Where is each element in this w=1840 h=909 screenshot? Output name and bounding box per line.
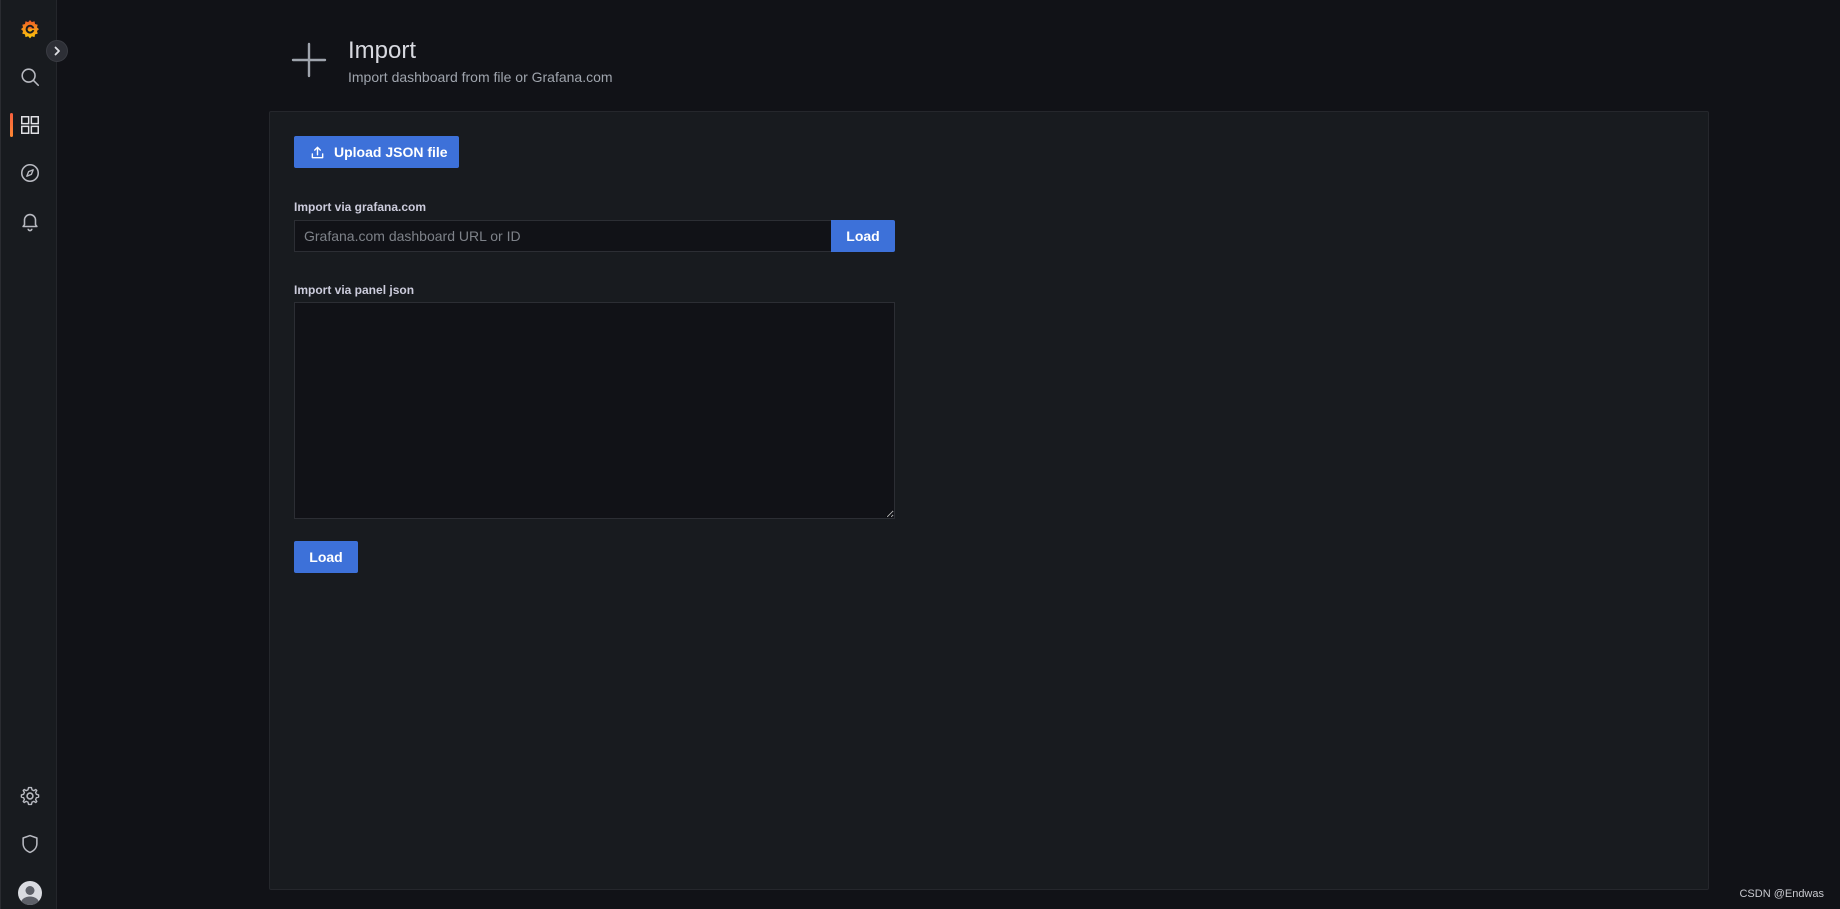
server-admin-nav-item[interactable] <box>13 827 47 861</box>
header-text: Import Import dashboard from file or Gra… <box>348 36 613 85</box>
dashboards-nav-item[interactable] <box>13 108 47 142</box>
load-url-button[interactable]: Load <box>831 220 895 252</box>
avatar[interactable] <box>18 881 42 905</box>
import-panel: Upload JSON file Import via grafana.com … <box>269 111 1709 890</box>
apps-grid-icon <box>21 116 39 134</box>
sidebar <box>0 0 68 909</box>
grafana-import-label: Import via grafana.com <box>294 200 427 214</box>
bell-icon <box>22 213 38 232</box>
page-subtitle: Import dashboard from file or Grafana.co… <box>348 69 613 85</box>
search-icon <box>21 68 40 87</box>
chevron-right-icon <box>54 46 60 56</box>
load-json-button[interactable]: Load <box>294 541 358 573</box>
alerting-nav-item[interactable] <box>13 204 47 238</box>
panel-json-textarea[interactable] <box>294 302 895 519</box>
grafana-logo-graphic <box>21 20 39 39</box>
explore-nav-item[interactable] <box>13 156 47 190</box>
expand-sidebar-button[interactable] <box>46 40 68 62</box>
grafana-url-input[interactable] <box>294 220 831 252</box>
gear-icon <box>20 786 40 806</box>
upload-icon <box>311 146 324 158</box>
panel-json-label: Import via panel json <box>294 283 415 297</box>
page-header: Import Import dashboard from file or Gra… <box>290 36 613 86</box>
upload-json-label: Upload JSON file <box>334 144 448 160</box>
compass-icon <box>20 163 40 183</box>
upload-json-button[interactable]: Upload JSON file <box>294 136 459 168</box>
search-nav-item[interactable] <box>13 60 47 94</box>
grafana-logo-icon[interactable] <box>13 12 47 46</box>
watermark: CSDN @Endwas <box>1739 888 1824 900</box>
configuration-nav-item[interactable] <box>13 779 47 813</box>
avatar-icon <box>21 886 39 905</box>
plus-icon <box>291 42 327 78</box>
shield-icon <box>22 834 38 854</box>
page-title: Import <box>348 37 417 64</box>
